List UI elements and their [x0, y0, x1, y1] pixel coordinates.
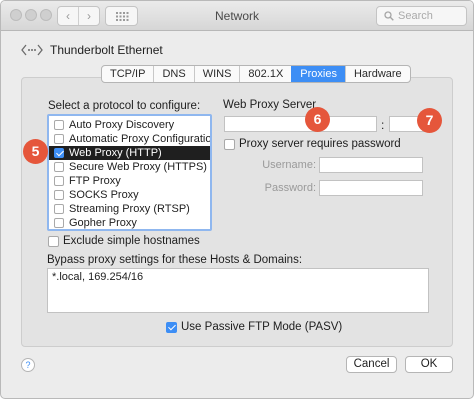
protocol-checkbox[interactable] [54, 148, 64, 158]
web-proxy-server-label: Web Proxy Server [223, 99, 317, 111]
username-input[interactable] [319, 157, 423, 173]
protocol-label: Automatic Proxy Configuration [69, 133, 212, 145]
protocol-row-auto-discovery[interactable]: Auto Proxy Discovery [49, 118, 210, 132]
tab-8021x[interactable]: 802.1X [239, 66, 291, 82]
cancel-button[interactable]: Cancel [346, 356, 397, 373]
ok-button[interactable]: OK [405, 356, 453, 373]
help-button[interactable]: ? [21, 358, 35, 372]
bypass-hosts-textarea[interactable]: *.local, 169.254/16 [47, 268, 429, 313]
protocol-row-gopher-proxy[interactable]: Gopher Proxy [49, 216, 210, 229]
exclude-simple-hostnames-checkbox[interactable] [48, 236, 59, 247]
search-icon [384, 11, 394, 21]
protocol-label: Gopher Proxy [69, 217, 137, 229]
ethernet-icon [21, 44, 43, 56]
protocol-row-ftp-proxy[interactable]: FTP Proxy [49, 174, 210, 188]
protocol-label: SOCKS Proxy [69, 189, 139, 201]
protocol-list[interactable]: Auto Proxy Discovery Automatic Proxy Con… [47, 114, 212, 231]
passive-ftp-label: Use Passive FTP Mode (PASV) [181, 321, 343, 333]
username-label: Username: [262, 159, 316, 171]
protocol-label: FTP Proxy [69, 175, 121, 187]
exclude-simple-hostnames-label: Exclude simple hostnames [63, 235, 200, 247]
proxy-server-input[interactable] [224, 116, 377, 132]
password-label: Password: [264, 182, 316, 194]
protocol-row-web-proxy[interactable]: Web Proxy (HTTP) [49, 146, 210, 160]
requires-password-checkbox[interactable] [224, 139, 235, 150]
protocol-checkbox[interactable] [54, 190, 64, 200]
search-field[interactable]: Search [376, 6, 467, 26]
callout-badge-7: 7 [417, 108, 442, 133]
protocol-row-streaming-proxy[interactable]: Streaming Proxy (RTSP) [49, 202, 210, 216]
protocol-label: Secure Web Proxy (HTTPS) [69, 161, 207, 173]
protocol-label: Auto Proxy Discovery [69, 119, 175, 131]
protocol-checkbox[interactable] [54, 120, 64, 130]
search-placeholder: Search [398, 10, 433, 22]
protocol-label: Streaming Proxy (RTSP) [69, 203, 190, 215]
tab-tcpip[interactable]: TCP/IP [102, 66, 153, 82]
protocol-checkbox[interactable] [54, 176, 64, 186]
passive-ftp-checkbox[interactable] [166, 322, 177, 333]
password-input[interactable] [319, 180, 423, 196]
tab-bar: TCP/IP DNS WINS 802.1X Proxies Hardware [101, 65, 411, 83]
protocol-label: Web Proxy (HTTP) [69, 147, 162, 159]
callout-badge-6: 6 [305, 107, 330, 132]
protocol-row-auto-config[interactable]: Automatic Proxy Configuration [49, 132, 210, 146]
protocol-checkbox[interactable] [54, 162, 64, 172]
callout-badge-5: 5 [23, 139, 48, 164]
tab-wins[interactable]: WINS [193, 66, 240, 82]
protocol-checkbox[interactable] [54, 218, 64, 228]
tab-dns[interactable]: DNS [153, 66, 193, 82]
port-separator: : [381, 118, 385, 132]
requires-password-label: Proxy server requires password [239, 138, 401, 150]
protocol-row-socks-proxy[interactable]: SOCKS Proxy [49, 188, 210, 202]
network-window: ‹ › Network Search Thunderbolt Ethernet … [0, 0, 474, 399]
titlebar: ‹ › Network Search [1, 1, 473, 31]
protocol-row-secure-web-proxy[interactable]: Secure Web Proxy (HTTPS) [49, 160, 210, 174]
tab-hardware[interactable]: Hardware [344, 66, 410, 82]
tab-proxies[interactable]: Proxies [291, 66, 345, 82]
bypass-label: Bypass proxy settings for these Hosts & … [47, 254, 303, 266]
protocol-list-label: Select a protocol to configure: [48, 100, 201, 112]
interface-name: Thunderbolt Ethernet [50, 43, 163, 57]
protocol-checkbox[interactable] [54, 134, 64, 144]
protocol-checkbox[interactable] [54, 204, 64, 214]
